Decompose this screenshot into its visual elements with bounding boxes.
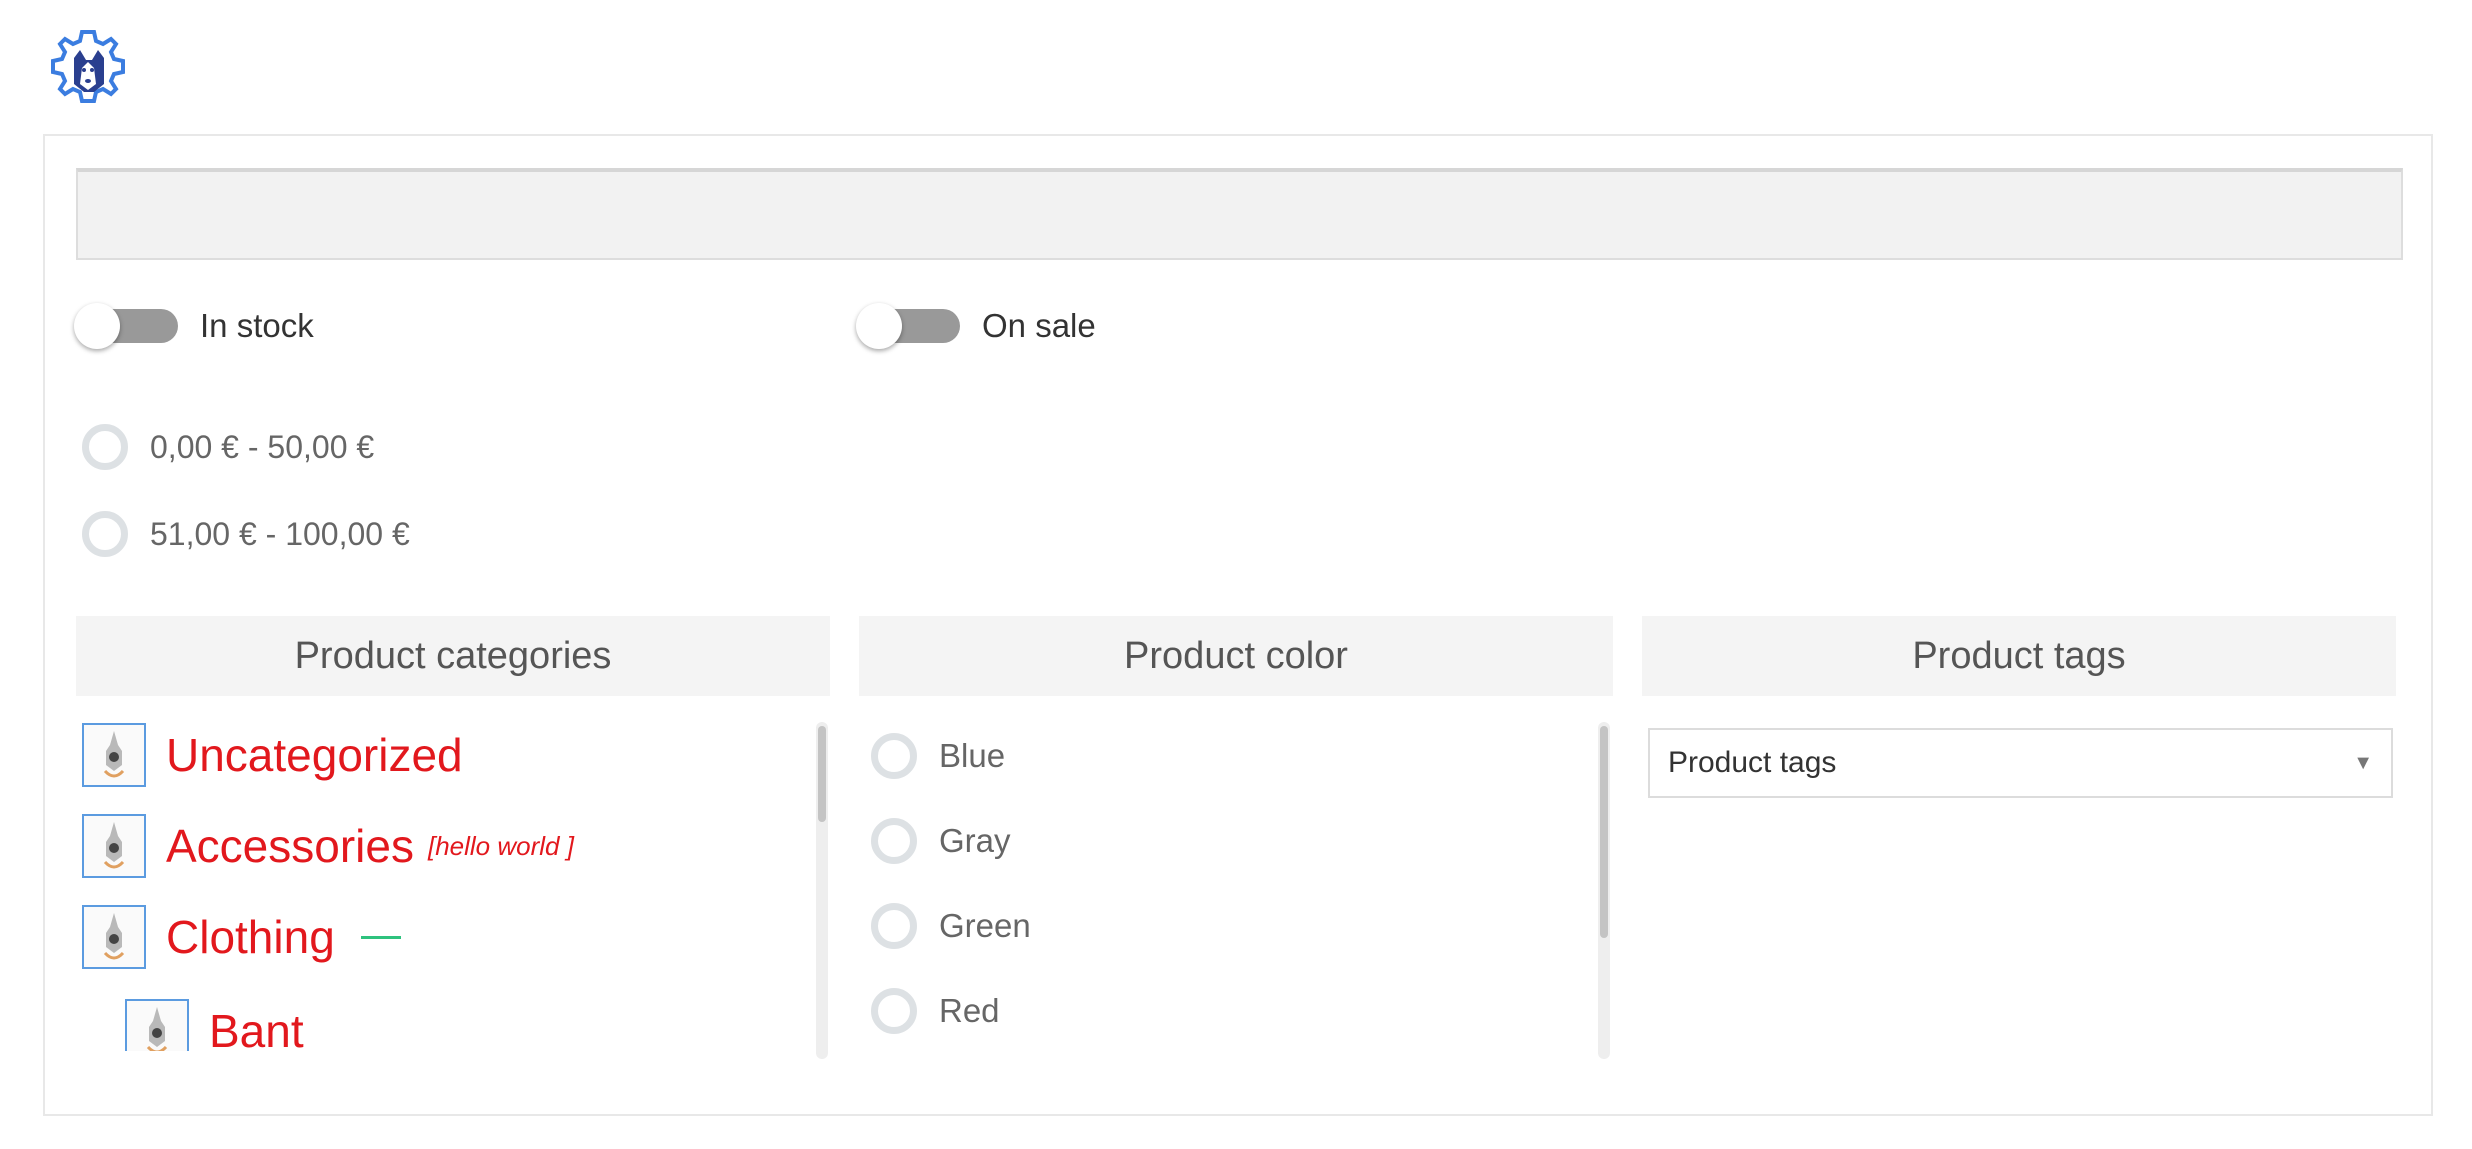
category-name: Clothing [166,911,335,963]
radio-button[interactable] [871,818,917,864]
product-tags-select[interactable]: Product tags ▼ [1648,728,2393,798]
toggle-knob[interactable] [74,303,120,349]
toggle-track[interactable] [856,303,960,349]
color-option-red[interactable]: Red [871,988,1000,1034]
product-thumbnail-icon [82,905,146,969]
filter-panel: In stock On sale 0,00 € - 50,00 € 51,00 … [43,134,2433,1116]
search-input[interactable] [76,168,2403,260]
toggle-track[interactable] [74,303,178,349]
category-item-accessories[interactable]: Accessories [hello world ] [82,812,574,880]
price-range-label: 51,00 € - 100,00 € [150,515,410,552]
category-item-bant[interactable]: Bant [125,997,304,1051]
product-tags-select-value: Product tags [1668,746,1837,779]
color-list-scrollbar[interactable] [1598,722,1610,1059]
price-range-label: 0,00 € - 50,00 € [150,428,375,465]
husky-gear-logo-icon [51,30,125,103]
scrollbar-thumb[interactable] [1600,726,1608,938]
radio-button[interactable] [871,903,917,949]
toggle-knob[interactable] [856,303,902,349]
category-list: Uncategorized Accessories [hello world ]… [82,721,822,1051]
scrollbar-thumb[interactable] [818,726,826,822]
dropdown-arrow-icon[interactable]: ▼ [2353,752,2373,775]
product-thumbnail-icon [125,999,189,1051]
product-categories-heading: Product categories [76,616,830,696]
color-label: Blue [939,737,1006,774]
in-stock-label: In stock [200,307,314,344]
category-name: Uncategorized [166,729,463,781]
on-sale-label: On sale [982,307,1096,344]
category-item-clothing[interactable]: Clothing [82,903,401,971]
collapse-dash-icon[interactable] [360,935,401,939]
category-name: Accessories [166,820,414,872]
radio-button[interactable] [871,733,917,779]
color-option-gray[interactable]: Gray [871,818,1011,864]
color-label: Gray [939,822,1011,859]
color-list: Blue Gray Green Red [871,721,1611,1051]
category-list-scrollbar[interactable] [816,722,828,1059]
in-stock-toggle[interactable]: In stock [74,303,314,349]
color-label: Red [939,992,1000,1029]
color-option-green[interactable]: Green [871,903,1031,949]
category-name: Bant [209,1005,304,1051]
radio-button[interactable] [871,988,917,1034]
price-range-option[interactable]: 0,00 € - 50,00 € [82,424,374,470]
product-thumbnail-icon [82,723,146,787]
color-option-blue[interactable]: Blue [871,733,1005,779]
category-item-uncategorized[interactable]: Uncategorized [82,721,463,789]
product-tags-heading: Product tags [1642,616,2396,696]
radio-button[interactable] [82,511,128,557]
on-sale-toggle[interactable]: On sale [856,303,1096,349]
color-label: Green [939,907,1031,944]
category-note: [hello world ] [427,830,574,861]
product-thumbnail-icon [82,814,146,878]
price-range-option[interactable]: 51,00 € - 100,00 € [82,511,410,557]
radio-button[interactable] [82,424,128,470]
product-color-heading: Product color [859,616,1613,696]
